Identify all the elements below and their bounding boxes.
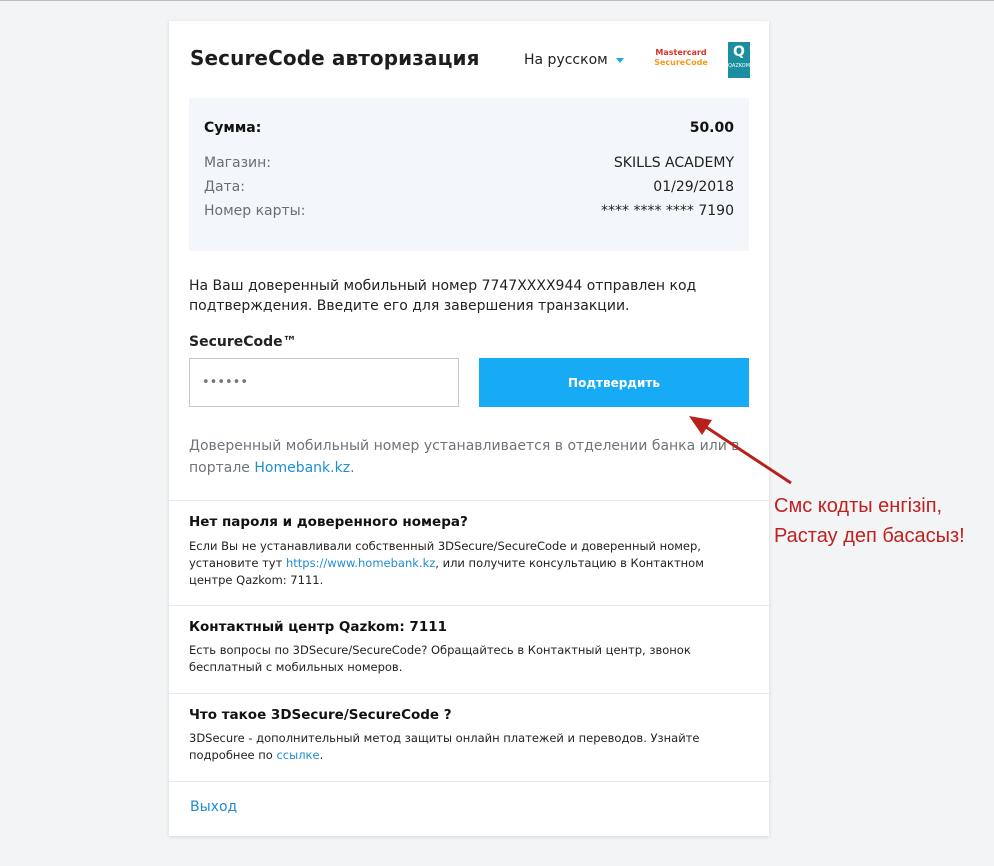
annotation-arrow — [689, 416, 792, 485]
annotation-line-2: Растау деп басасыз! — [774, 525, 965, 547]
handwritten-annotation: Смс кодты енгізіп, Растау деп басасыз! — [774, 491, 965, 551]
annotation-line-1: Смс кодты енгізіп, — [774, 495, 943, 517]
